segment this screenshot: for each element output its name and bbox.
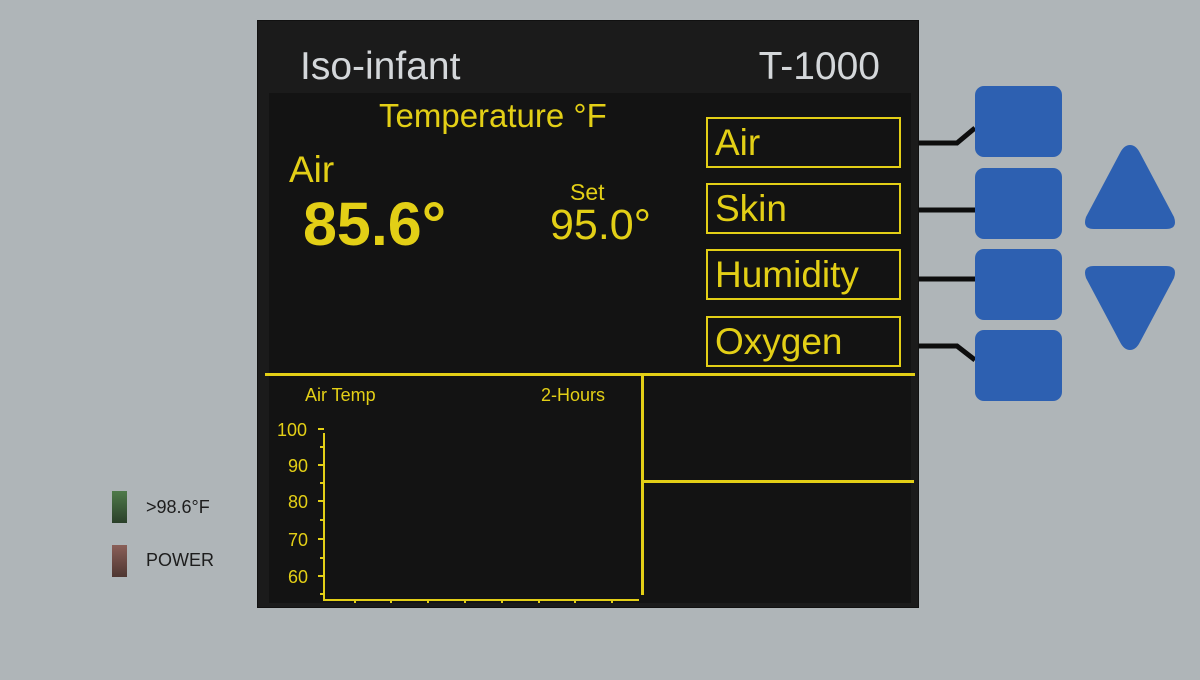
- brand-name: Iso-infant: [300, 45, 461, 88]
- select-humidity-button[interactable]: [975, 249, 1062, 320]
- model-name: T-1000: [758, 45, 880, 88]
- select-air-button[interactable]: [975, 86, 1062, 157]
- fever-indicator-label: >98.6°F: [146, 497, 210, 517]
- power-indicator-label: POWER: [146, 550, 215, 570]
- up-arrow-icon[interactable]: [1082, 141, 1178, 231]
- display-screen: Temperature °F Air 85.6° Set 95.0° Air S…: [265, 93, 915, 603]
- graph-axes: [318, 428, 639, 603]
- power-indicator-led: [112, 545, 127, 577]
- incubator-panel: Iso-infant T-1000 Temperature °F Air 85.…: [257, 20, 919, 608]
- select-oxygen-button[interactable]: [975, 330, 1062, 401]
- select-skin-button[interactable]: [975, 168, 1062, 239]
- down-arrow-icon[interactable]: [1082, 264, 1178, 354]
- fever-indicator-led: [112, 491, 127, 523]
